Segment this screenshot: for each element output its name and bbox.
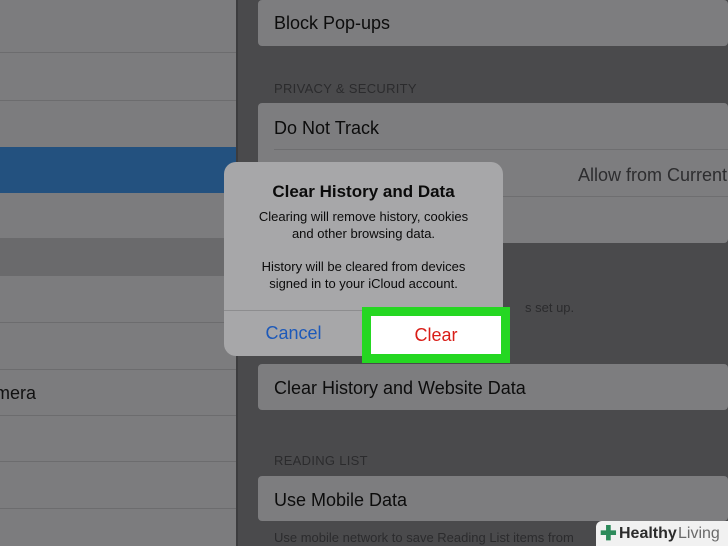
use-mobile-data-row[interactable]: Use Mobile Data bbox=[258, 476, 728, 521]
reading-list-section-header: READING LIST bbox=[274, 453, 368, 468]
watermark-healthy: Healthy bbox=[619, 525, 677, 542]
section-note-text: s set up. bbox=[525, 300, 575, 315]
dialog-title: Clear History and Data bbox=[272, 182, 455, 201]
watermark-living: Living bbox=[678, 525, 720, 542]
sidebar-row[interactable] bbox=[0, 193, 236, 238]
sidebar-row[interactable] bbox=[0, 53, 236, 100]
sidebar-row-selected[interactable] bbox=[0, 147, 236, 193]
clear-history-row[interactable]: Clear History and Website Data bbox=[258, 364, 728, 410]
cookies-value: Allow from Current bbox=[578, 165, 728, 185]
highlight-box: Clear bbox=[362, 307, 510, 363]
block-popups-label: Block Pop-ups bbox=[274, 13, 391, 33]
clear-button[interactable]: Clear bbox=[371, 316, 501, 354]
row-separator bbox=[274, 149, 728, 150]
sidebar-row[interactable] bbox=[0, 462, 236, 508]
block-popups-row[interactable]: Block Pop-ups bbox=[258, 0, 728, 46]
sidebar-item-label: mera bbox=[0, 383, 37, 403]
do-not-track-label: Do Not Track bbox=[274, 118, 380, 138]
privacy-section-header: PRIVACY & SECURITY bbox=[274, 81, 417, 96]
sidebar-row[interactable] bbox=[0, 323, 236, 369]
plus-icon: ✚ bbox=[600, 523, 617, 545]
dialog-message-line: History will be cleared from devices bbox=[261, 259, 466, 274]
cancel-button[interactable]: Cancel bbox=[224, 311, 363, 356]
sidebar-row[interactable] bbox=[0, 509, 236, 546]
clear-history-link[interactable]: Clear History and Website Data bbox=[274, 378, 526, 399]
sidebar-row[interactable] bbox=[0, 0, 236, 52]
sidebar: mera bbox=[0, 0, 236, 546]
sidebar-row[interactable] bbox=[0, 276, 236, 322]
sidebar-row[interactable] bbox=[0, 416, 236, 461]
dialog-message-line: signed in to your iCloud account. bbox=[269, 276, 458, 291]
reading-list-note: Use mobile network to save Reading List … bbox=[274, 530, 574, 545]
dialog-message-line: Clearing will remove history, cookies bbox=[258, 209, 469, 224]
sidebar-row-camera[interactable]: mera bbox=[0, 370, 236, 415]
sidebar-row[interactable] bbox=[0, 101, 236, 147]
dialog-message-line: and other browsing data. bbox=[291, 226, 436, 241]
watermark: ✚ Healthy Living bbox=[596, 521, 728, 546]
use-mobile-data-label: Use Mobile Data bbox=[274, 490, 408, 510]
